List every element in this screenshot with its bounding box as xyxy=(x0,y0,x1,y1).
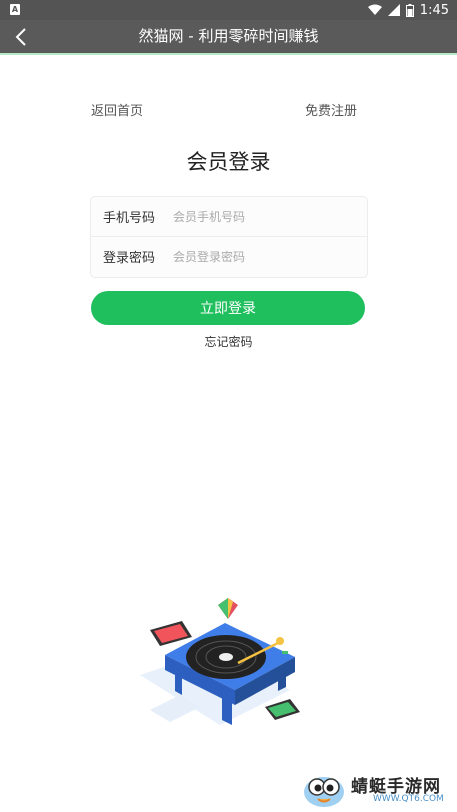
top-links: 返回首页 免费注册 xyxy=(91,100,357,119)
dragonfly-logo-icon xyxy=(304,777,344,807)
status-bar: A 1:45 xyxy=(0,0,457,20)
wifi-icon xyxy=(367,4,382,15)
turntable-illustration xyxy=(140,598,300,725)
login-button[interactable]: 立即登录 xyxy=(91,291,365,325)
title-bar: 然猫网 - 利用零碎时间赚钱 xyxy=(0,20,457,53)
password-row: 登录密码 xyxy=(91,236,367,276)
status-time: 1:45 xyxy=(419,2,449,18)
home-link[interactable]: 返回首页 xyxy=(91,100,143,119)
phone-label: 手机号码 xyxy=(103,211,156,226)
phone-illustration-red xyxy=(150,621,192,646)
title-divider xyxy=(0,53,457,55)
status-icons: 1:45 xyxy=(367,2,449,18)
forgot-password-link[interactable]: 忘记密码 xyxy=(0,333,457,350)
page-title: 然猫网 - 利用零碎时间赚钱 xyxy=(138,27,319,45)
signal-icon xyxy=(387,4,400,16)
register-link[interactable]: 免费注册 xyxy=(305,100,357,119)
watermark: 蜻蜓手游网 WWW.QT6.COM xyxy=(301,770,451,810)
password-input[interactable] xyxy=(173,249,353,264)
phone-row: 手机号码 xyxy=(91,197,367,236)
battery-icon xyxy=(405,3,414,17)
notification-icon: A xyxy=(10,4,20,15)
phone-illustration-green xyxy=(265,699,300,720)
diamond-illustration xyxy=(218,598,238,619)
password-label: 登录密码 xyxy=(103,251,156,266)
watermark-url: WWW.QT6.COM xyxy=(373,794,444,804)
login-heading: 会员登录 xyxy=(186,150,271,174)
phone-input[interactable] xyxy=(173,209,353,224)
login-form: 手机号码 登录密码 xyxy=(90,196,368,278)
